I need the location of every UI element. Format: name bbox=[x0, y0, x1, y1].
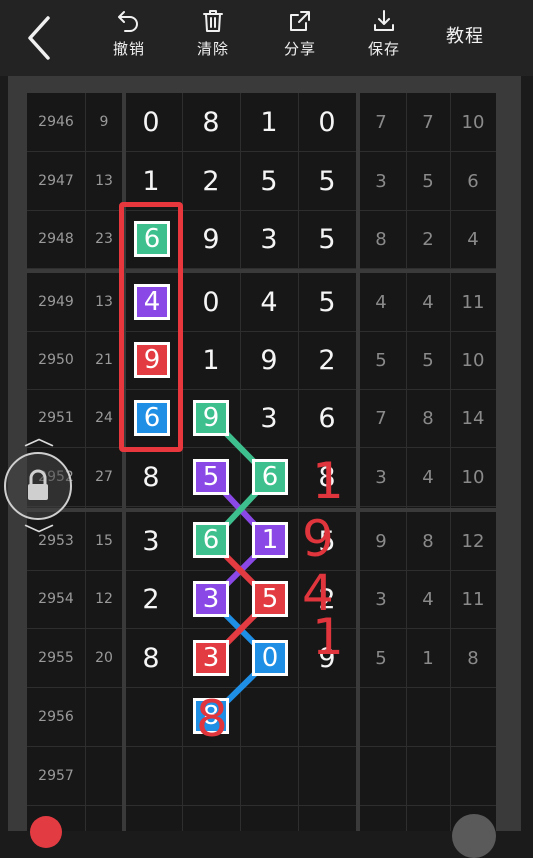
handwritten-digit: 1 bbox=[312, 608, 344, 666]
floating-button[interactable] bbox=[452, 814, 496, 858]
handwritten-digit: 9 bbox=[302, 510, 334, 568]
lock-icon bbox=[28, 469, 48, 500]
highlight-cell[interactable]: 3 bbox=[193, 581, 229, 617]
highlight-cell[interactable]: 5 bbox=[193, 459, 229, 495]
chevron-down-icon[interactable]: ﹀ bbox=[24, 518, 55, 550]
chevron-up-icon[interactable]: ︿ bbox=[24, 420, 55, 452]
pattern-lines bbox=[208, 415, 273, 720]
highlight-cell[interactable]: 0 bbox=[252, 640, 288, 676]
highlight-cell[interactable]: 9 bbox=[193, 400, 229, 436]
handwritten-digit: 1 bbox=[312, 452, 344, 510]
lock-button[interactable] bbox=[4, 452, 72, 520]
highlight-frame bbox=[119, 202, 183, 452]
handwritten-digit: 8 bbox=[196, 690, 228, 748]
floating-button[interactable] bbox=[30, 816, 62, 848]
highlight-cell[interactable]: 3 bbox=[193, 640, 229, 676]
highlight-cell[interactable]: 5 bbox=[252, 581, 288, 617]
highlight-cell[interactable]: 1 bbox=[252, 522, 288, 558]
highlight-cell[interactable]: 6 bbox=[193, 522, 229, 558]
highlight-cell[interactable]: 6 bbox=[252, 459, 288, 495]
